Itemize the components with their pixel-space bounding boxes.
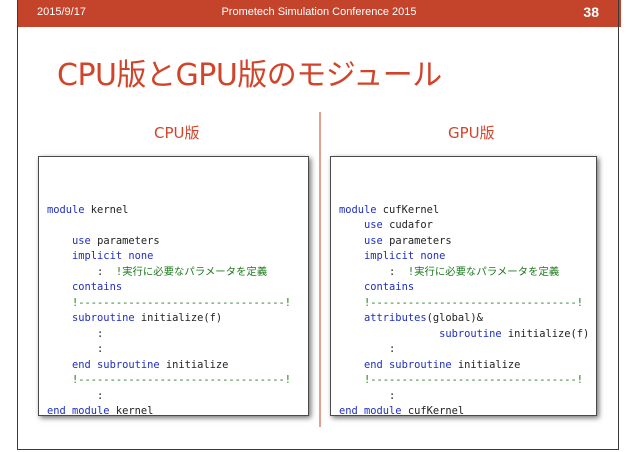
code-keyword: implicit none — [72, 250, 154, 262]
code-line: use parameters — [339, 234, 589, 250]
gpu-code: module cufKernel use cudafor use paramet… — [339, 187, 589, 420]
code-text: : — [339, 343, 396, 355]
code-line: implicit none — [47, 249, 291, 265]
code-keyword: end subroutine — [72, 358, 160, 371]
slide: 2015/9/17 Prometech Simulation Conferenc… — [0, 0, 638, 452]
code-line: attributes(global)& — [339, 311, 589, 327]
code-comment: !---------------------------------! — [364, 374, 583, 386]
code-comment: !---------------------------------! — [72, 374, 291, 386]
code-keyword: module — [339, 203, 377, 216]
code-line: end subroutine initialize — [47, 358, 291, 374]
code-comment: !実行に必要なパラメータを定義 — [115, 265, 268, 278]
code-text: initialize(f) — [501, 327, 590, 340]
code-text: initialize — [451, 358, 521, 371]
code-text: initialize — [159, 358, 229, 371]
code-text: : — [47, 343, 104, 355]
code-text: (global)& — [426, 312, 483, 324]
slide-title: CPU版とGPU版のモジュール — [57, 58, 442, 93]
code-line: module kernel — [47, 203, 291, 219]
code-line: : !実行に必要なパラメータを定義 — [47, 265, 291, 281]
code-line: subroutine initialize(f) — [47, 311, 291, 327]
code-text: parameters — [382, 234, 452, 247]
code-line: !---------------------------------! — [339, 373, 589, 389]
cpu-code-box: module kernel use parameters implicit no… — [38, 156, 309, 417]
code-comment: !---------------------------------! — [364, 296, 583, 309]
code-text: cufKernel — [401, 405, 465, 417]
code-line: : — [339, 389, 589, 405]
code-keyword: subroutine — [439, 327, 502, 340]
code-keyword: use — [72, 234, 91, 247]
code-line: : — [339, 342, 589, 358]
code-keyword: use — [364, 219, 383, 231]
code-line: end subroutine initialize — [339, 358, 589, 374]
code-line: subroutine initialize(f) — [339, 327, 589, 343]
code-text: : — [47, 389, 104, 402]
gpu-code-box: module cufKernel use cudafor use paramet… — [330, 156, 597, 417]
code-line: end module kernel — [47, 404, 291, 420]
code-line: implicit none — [339, 249, 589, 265]
code-line: : — [47, 327, 291, 343]
code-text: initialize(f) — [134, 312, 223, 324]
code-line: !---------------------------------! — [339, 296, 589, 312]
code-comment: !---------------------------------! — [72, 296, 291, 309]
code-line: : — [47, 342, 291, 358]
code-text: parameters — [90, 234, 160, 247]
cpu-heading: CPU版 — [154, 124, 200, 142]
code-keyword: module — [47, 203, 85, 216]
code-line: contains — [47, 280, 291, 296]
code-keyword: attributes — [364, 312, 427, 324]
code-line: end module cufKernel — [339, 404, 589, 420]
code-text: kernel — [84, 203, 129, 216]
code-text: cudafor — [382, 219, 433, 231]
code-keyword: end subroutine — [364, 358, 452, 371]
code-text: : — [339, 265, 408, 278]
code-line: : !実行に必要なパラメータを定義 — [339, 265, 589, 281]
code-comment: !実行に必要なパラメータを定義 — [407, 265, 560, 278]
code-keyword: end module — [47, 405, 110, 417]
code-keyword: end module — [339, 405, 402, 417]
code-keyword: contains — [72, 281, 123, 293]
code-line: : — [47, 389, 291, 405]
code-line: use parameters — [47, 234, 291, 250]
column-divider — [319, 112, 321, 427]
code-text: cufKernel — [376, 203, 440, 216]
code-keyword: subroutine — [72, 312, 135, 324]
code-text: kernel — [109, 405, 154, 417]
code-keyword: contains — [364, 281, 415, 293]
code-line: !---------------------------------! — [47, 373, 291, 389]
gpu-heading: GPU版 — [448, 124, 495, 142]
code-line: !---------------------------------! — [47, 296, 291, 312]
code-text: : — [339, 389, 396, 402]
code-line: contains — [339, 280, 589, 296]
code-text: : — [47, 265, 116, 278]
code-line: use cudafor — [339, 218, 589, 234]
code-line: module cufKernel — [339, 203, 589, 219]
code-text: : — [47, 327, 104, 340]
code-keyword: use — [364, 234, 383, 247]
cpu-code: module kernel use parameters implicit no… — [47, 187, 291, 420]
code-keyword: implicit none — [364, 250, 446, 262]
